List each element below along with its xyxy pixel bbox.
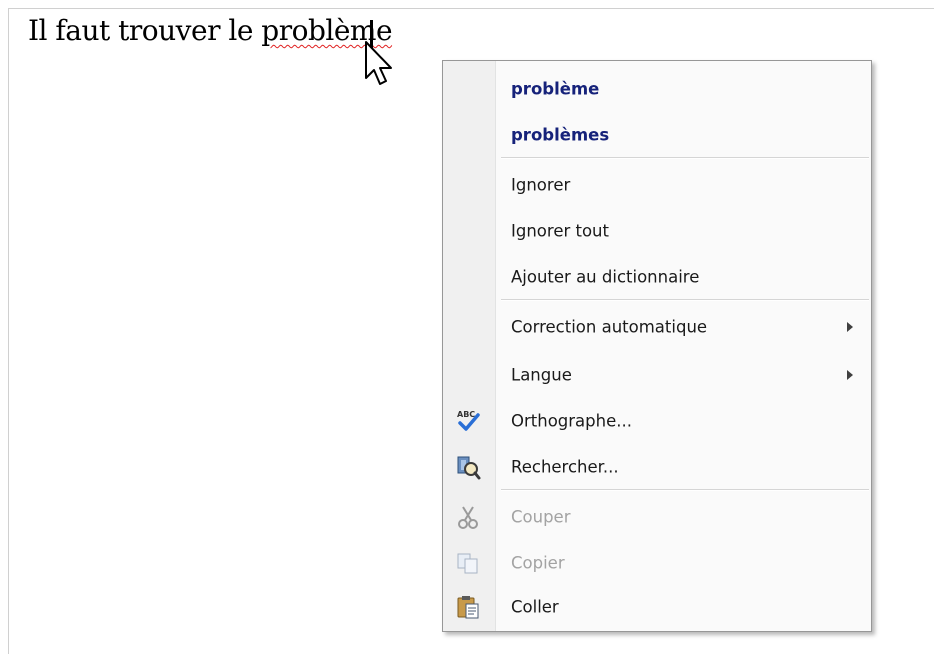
menu-item-orthographe[interactable]: ABC Orthographe... — [443, 399, 871, 443]
menu-item-label: Copier — [511, 553, 565, 573]
menu-item-label: Couper — [511, 507, 571, 527]
submenu-arrow-icon — [847, 370, 853, 380]
svg-text:ABC: ABC — [457, 410, 475, 419]
menu-item-copier[interactable]: Copier — [443, 541, 871, 585]
menu-item-label: Ignorer — [511, 175, 571, 195]
paste-icon — [453, 592, 483, 622]
menu-item-coller[interactable]: Coller — [443, 585, 871, 629]
menu-separator — [501, 299, 869, 301]
menu-item-suggestion-probleme[interactable]: problème — [443, 67, 871, 111]
menu-item-rechercher[interactable]: Rechercher... — [443, 445, 871, 489]
menu-item-ignorer[interactable]: Ignorer — [443, 163, 871, 207]
menu-item-ajouter-au-dictionnaire[interactable]: Ajouter au dictionnaire — [443, 255, 871, 299]
spelling-check-icon: ABC — [453, 406, 483, 436]
menu-item-label: Orthographe... — [511, 411, 632, 431]
spelling-context-menu: problème problèmes Ignorer Ignorer tout … — [442, 60, 872, 632]
menu-item-label: Ignorer tout — [511, 221, 609, 241]
menu-item-langue[interactable]: Langue — [443, 353, 871, 397]
document-text-line[interactable]: Il faut trouver le problème — [28, 14, 393, 47]
menu-item-label: problème — [511, 79, 600, 99]
menu-item-label: Correction automatique — [511, 317, 708, 337]
menu-item-label: Langue — [511, 365, 572, 385]
menu-item-ignorer-tout[interactable]: Ignorer tout — [443, 209, 871, 253]
mouse-pointer-icon — [365, 41, 392, 85]
menu-separator — [501, 489, 869, 491]
menu-item-label: problèmes — [511, 125, 610, 145]
menu-item-correction-automatique[interactable]: Correction automatique — [443, 305, 871, 349]
menu-separator — [501, 157, 869, 159]
scissors-icon — [453, 502, 483, 532]
menu-item-suggestion-problemes[interactable]: problèmes — [443, 113, 871, 157]
research-icon — [453, 452, 483, 482]
menu-item-label: Coller — [511, 597, 559, 617]
menu-item-couper[interactable]: Couper — [443, 495, 871, 539]
copy-icon — [453, 548, 483, 578]
menu-item-label: Rechercher... — [511, 457, 619, 477]
document-text: Il faut trouver le — [28, 14, 262, 47]
menu-item-label: Ajouter au dictionnaire — [511, 267, 700, 287]
submenu-arrow-icon — [847, 322, 853, 332]
